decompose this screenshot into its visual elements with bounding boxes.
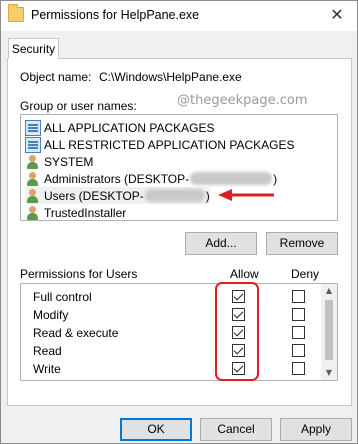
tab-security[interactable]: Security bbox=[8, 38, 59, 59]
group-names-label: Group or user names: bbox=[20, 99, 137, 113]
app-package-icon bbox=[25, 119, 41, 136]
users-icon bbox=[25, 154, 41, 170]
allow-column-header: Allow bbox=[230, 267, 259, 281]
list-item-suffix: ) bbox=[273, 171, 278, 186]
apply-button[interactable]: Apply bbox=[280, 418, 352, 441]
perm-row-label: Write bbox=[33, 362, 61, 376]
list-item-trustedinstaller[interactable]: TrustedInstaller bbox=[25, 204, 126, 221]
perm-row-label: Read bbox=[33, 344, 62, 358]
scroll-up-icon[interactable]: ▲ bbox=[324, 286, 334, 295]
remove-button[interactable]: Remove bbox=[266, 232, 338, 255]
list-item-label: ALL APPLICATION PACKAGES bbox=[44, 120, 215, 135]
list-item-system[interactable]: SYSTEM bbox=[25, 153, 93, 170]
permissions-scrollbar[interactable]: ▲ ▼ bbox=[321, 284, 337, 380]
scroll-down-icon[interactable]: ▼ bbox=[324, 368, 334, 377]
list-item-label: TrustedInstaller bbox=[44, 205, 127, 220]
redacted-text bbox=[144, 189, 205, 202]
object-name-value: C:\Windows\HelpPane.exe bbox=[99, 70, 242, 84]
object-name-label: Object name: bbox=[20, 70, 92, 84]
group-user-listbox[interactable]: ALL APPLICATION PACKAGES ALL RESTRICTED … bbox=[20, 114, 338, 221]
list-item-label: Administrators (DESKTOP- bbox=[44, 171, 190, 186]
list-item-all-restricted-app-packages[interactable]: ALL RESTRICTED APPLICATION PACKAGES bbox=[25, 136, 295, 153]
deny-column-header: Deny bbox=[291, 267, 320, 281]
scroll-thumb[interactable] bbox=[325, 300, 333, 360]
list-item-label: SYSTEM bbox=[44, 154, 94, 169]
watermark: @thegeekpage.com bbox=[177, 93, 308, 108]
annotation-highlight-box bbox=[215, 282, 259, 381]
perm-row-label: Full control bbox=[33, 290, 92, 304]
users-icon bbox=[25, 188, 41, 204]
folder-icon bbox=[8, 4, 24, 22]
cancel-button[interactable]: Cancel bbox=[200, 418, 272, 441]
deny-read-checkbox[interactable] bbox=[292, 344, 305, 357]
list-item-suffix: ) bbox=[205, 188, 210, 203]
users-icon bbox=[25, 205, 41, 221]
window-title: Permissions for HelpPane.exe bbox=[31, 8, 200, 22]
deny-modify-checkbox[interactable] bbox=[292, 308, 305, 321]
app-package-icon bbox=[25, 136, 41, 153]
annotation-arrow-icon bbox=[218, 189, 274, 201]
add-button[interactable]: Add... bbox=[185, 232, 257, 255]
list-item-all-app-packages[interactable]: ALL APPLICATION PACKAGES bbox=[25, 119, 215, 136]
permissions-label: Permissions for Users bbox=[20, 267, 138, 281]
list-item-users[interactable]: Users (DESKTOP- ) bbox=[25, 187, 210, 204]
perm-row-label: Modify bbox=[33, 308, 69, 322]
users-icon bbox=[25, 171, 41, 187]
deny-write-checkbox[interactable] bbox=[292, 362, 305, 375]
permissions-listbox[interactable]: Full control Modify Read & execute Read … bbox=[20, 283, 338, 381]
deny-full-control-checkbox[interactable] bbox=[292, 290, 305, 303]
redacted-text bbox=[190, 172, 273, 185]
list-item-label: ALL RESTRICTED APPLICATION PACKAGES bbox=[44, 137, 295, 152]
title-bar[interactable]: Permissions for HelpPane.exe ✕ bbox=[1, 1, 357, 31]
permissions-dialog: Permissions for HelpPane.exe ✕ Security … bbox=[0, 0, 358, 444]
close-button[interactable]: ✕ bbox=[323, 2, 351, 28]
deny-read-execute-checkbox[interactable] bbox=[292, 326, 305, 339]
list-item-label: Users (DESKTOP- bbox=[44, 188, 144, 203]
list-item-administrators[interactable]: Administrators (DESKTOP- ) bbox=[25, 170, 277, 187]
perm-row-label: Read & execute bbox=[33, 326, 119, 340]
ok-button[interactable]: OK bbox=[120, 418, 192, 441]
